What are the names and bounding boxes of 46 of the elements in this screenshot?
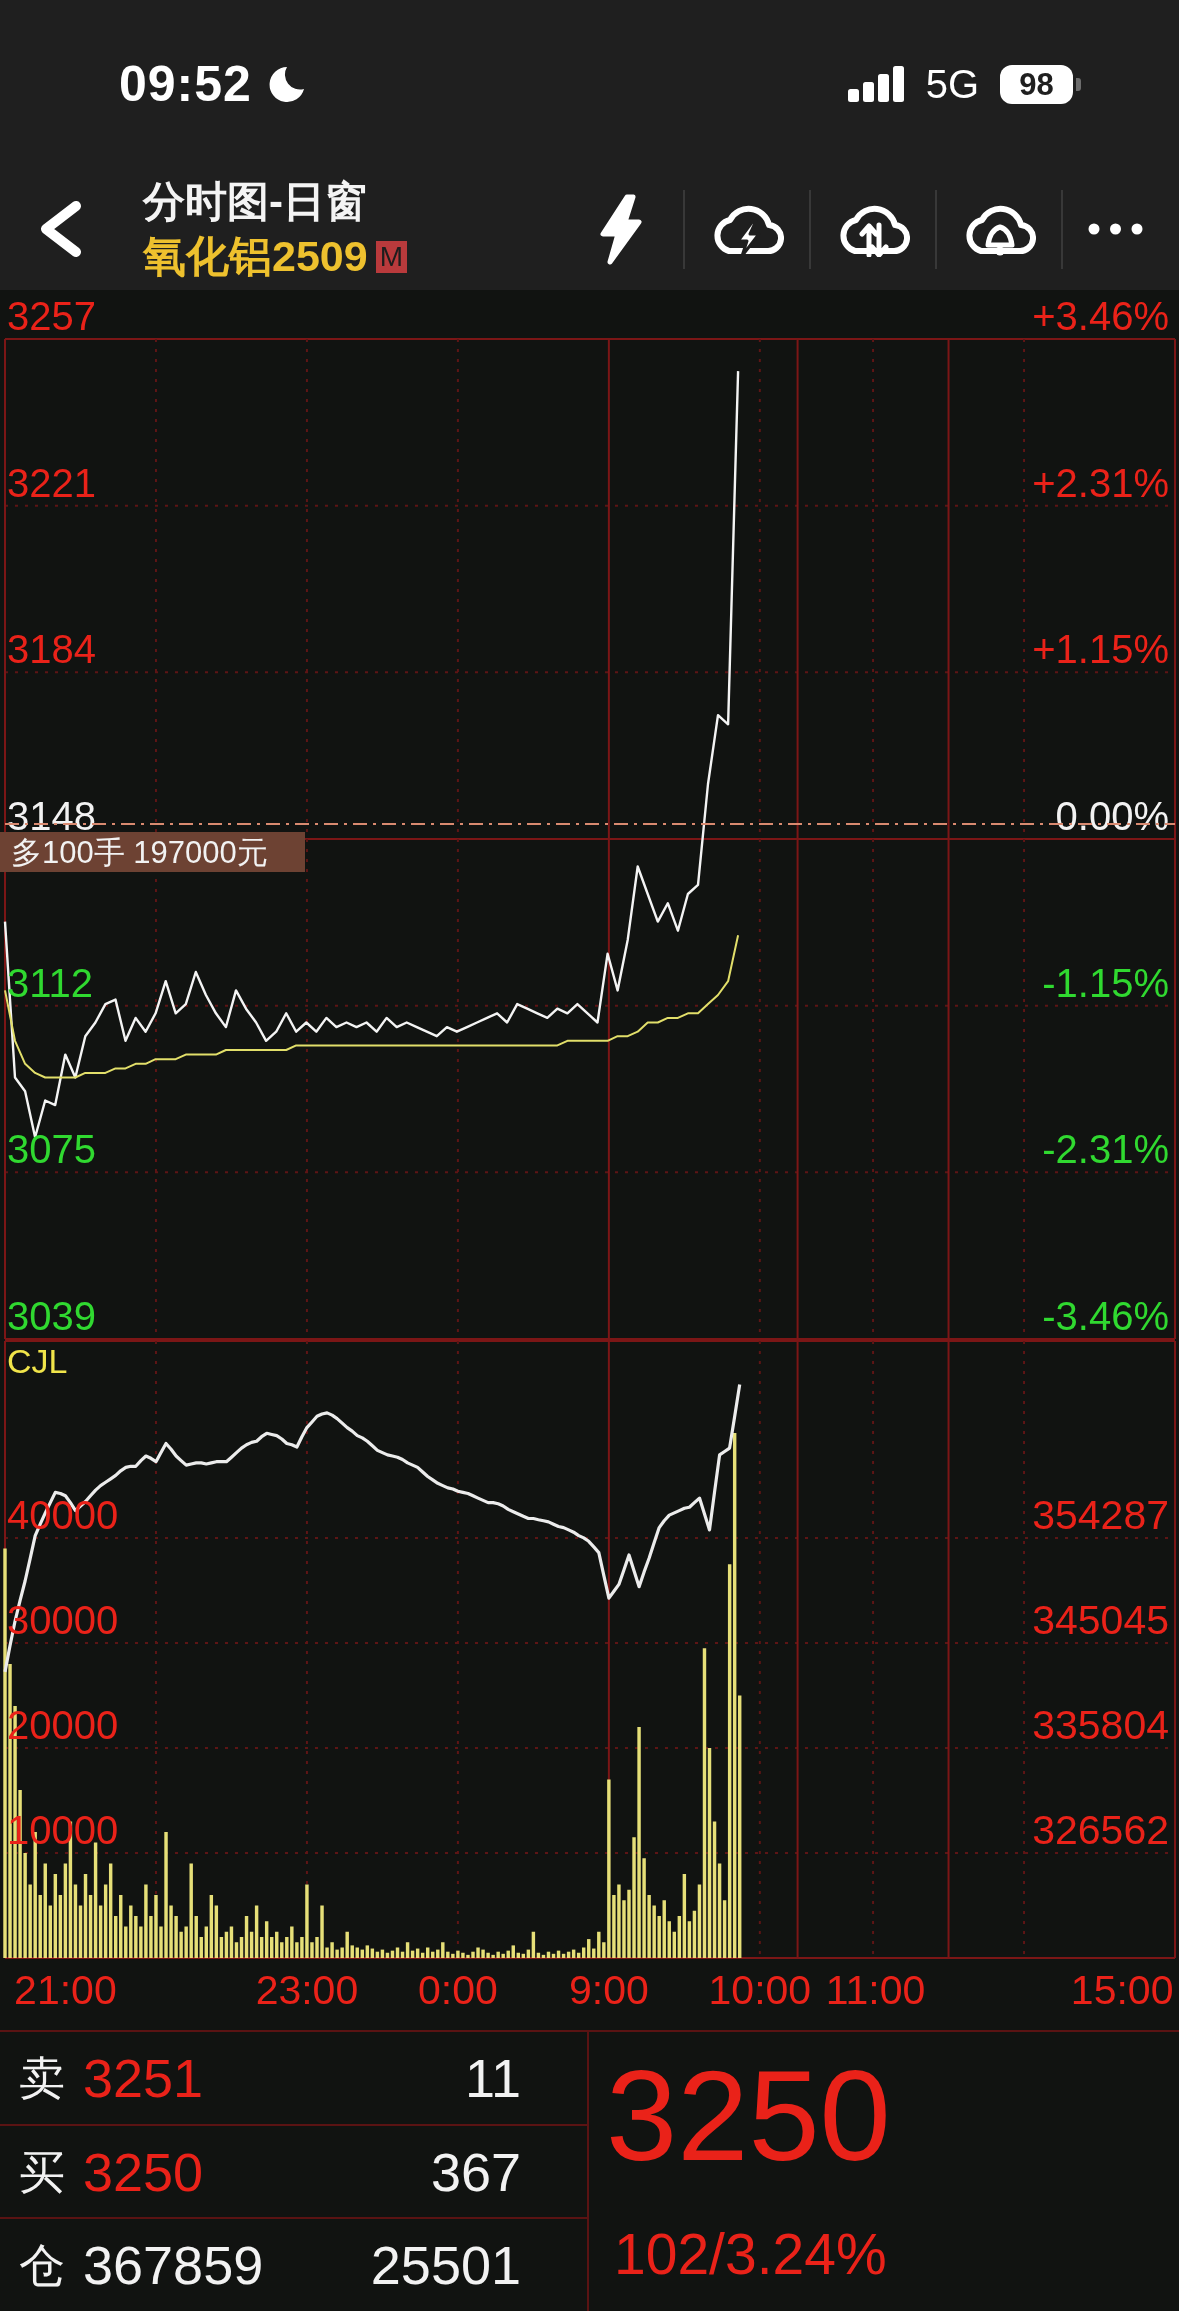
- price-change: 102/3.24%: [614, 2224, 887, 2284]
- price-axis-label: 3221: [7, 460, 96, 505]
- instrument-name: 氧化铝2509: [143, 235, 368, 278]
- more-button[interactable]: [1088, 223, 1143, 235]
- time-axis-label: 15:00: [1070, 1967, 1174, 2013]
- market-badge: M: [375, 240, 407, 273]
- open-interest-axis-label: 354287: [1032, 1492, 1169, 1538]
- open-interest-axis-label: 345045: [1032, 1597, 1169, 1643]
- more-icon: [1088, 223, 1143, 235]
- percent-axis-label: -3.46%: [1042, 1294, 1169, 1338]
- time-axis-label: 10:00: [708, 1967, 812, 2013]
- time-axis-label: 21:00: [14, 1967, 117, 2013]
- percent-axis-label: +3.46%: [1032, 294, 1169, 338]
- percent-axis-label: +2.31%: [1032, 460, 1169, 505]
- open-interest-axis-label: 326562: [1032, 1807, 1169, 1853]
- network-type: 5G: [925, 64, 979, 104]
- time-axis-label: 9:00: [568, 1967, 649, 2013]
- time-axis-label: 11:00: [825, 1967, 926, 2013]
- moon-icon: [267, 65, 305, 103]
- page-title: 分时图-日窗: [143, 177, 367, 227]
- quote-price: 367859: [83, 2238, 264, 2293]
- battery-indicator: 98: [1000, 64, 1081, 104]
- quote-volume: 25501: [370, 2238, 521, 2293]
- time-axis-label: 23:00: [255, 1967, 359, 2013]
- open-interest-axis-label: 335804: [1032, 1702, 1169, 1748]
- percent-axis-label: +1.15%: [1032, 627, 1169, 672]
- quote-volume: 367: [430, 2144, 521, 2199]
- time-axis-label: 0:00: [418, 1967, 498, 2013]
- percent-axis-label: -2.31%: [1042, 1127, 1169, 1172]
- quote-label: 卖: [19, 2054, 65, 2101]
- price-axis-label: 3257: [7, 294, 96, 338]
- percent-axis-label: -1.15%: [1042, 960, 1169, 1005]
- position-tag: 多100手 197000元: [0, 832, 305, 872]
- quote-price: 3250: [83, 2144, 204, 2199]
- signal-icon: [847, 66, 905, 102]
- quote-label: 仓: [19, 2242, 65, 2289]
- quote-volume: 11: [464, 2050, 521, 2105]
- price-axis-label: 3039: [7, 1294, 96, 1338]
- status-time: 09:52: [119, 59, 252, 109]
- quote-price: 3251: [83, 2050, 204, 2105]
- last-price: 3250: [606, 2052, 891, 2180]
- indicator-title: CJL: [7, 1342, 68, 1380]
- percent-axis-label: 0.00%: [1055, 794, 1169, 838]
- price-axis-label: 3184: [7, 627, 96, 672]
- quote-label: 买: [19, 2148, 65, 2195]
- price-axis-label: 3075: [7, 1127, 96, 1172]
